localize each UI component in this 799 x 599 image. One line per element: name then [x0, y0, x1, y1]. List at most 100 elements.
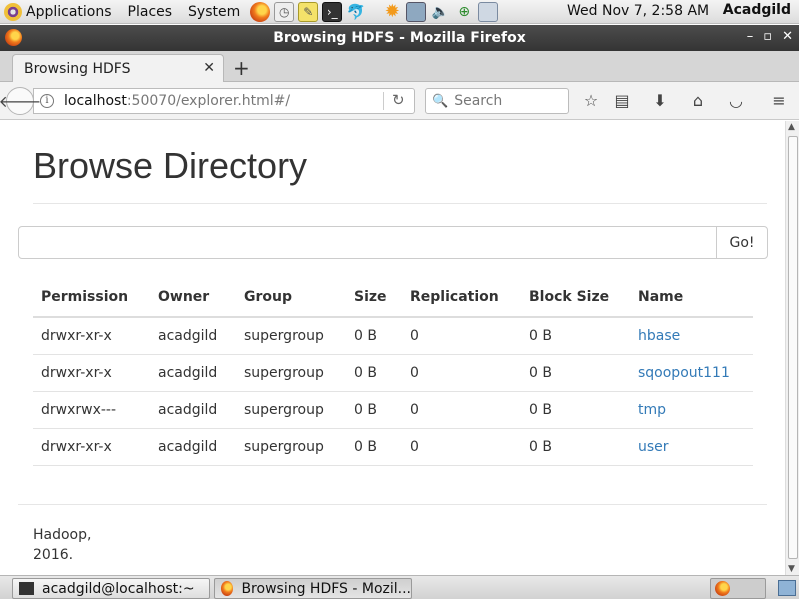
- table-row: drwxr-xr-x acadgild supergroup 0 B 0 0 B…: [33, 354, 753, 392]
- table-row: drwxr-xr-x acadgild supergroup 0 B 0 0 B…: [33, 428, 753, 466]
- taskbar-firefox-button[interactable]: Browsing HDFS - Mozil...: [214, 578, 412, 599]
- column-header[interactable]: Size: [346, 277, 402, 318]
- window-close-icon[interactable]: ✕: [782, 29, 793, 44]
- replication-cell: 0: [402, 428, 521, 466]
- scroll-down-icon[interactable]: ▼: [788, 564, 795, 574]
- group-cell: supergroup: [236, 391, 346, 429]
- owner-cell: acadgild: [150, 317, 236, 355]
- panel-user[interactable]: Acadgild: [723, 2, 791, 18]
- url-bar[interactable]: i localhost:50070/explorer.html#/ ↻: [33, 88, 415, 114]
- group-cell: supergroup: [236, 354, 346, 392]
- name-cell: hbase: [630, 317, 753, 355]
- group-cell: supergroup: [236, 428, 346, 466]
- table-row: drwxrwx--- acadgild supergroup 0 B 0 0 B…: [33, 391, 753, 429]
- tab-label: Browsing HDFS: [24, 61, 131, 77]
- column-header[interactable]: Block Size: [521, 277, 630, 318]
- url-divider: [383, 92, 384, 110]
- directory-path-input[interactable]: [18, 226, 718, 259]
- taskbar-firefox-label: Browsing HDFS - Mozil...: [241, 580, 411, 597]
- permission-cell: drwxr-xr-x: [33, 354, 150, 392]
- system-menu[interactable]: System: [184, 4, 248, 20]
- owner-cell: acadgild: [150, 428, 236, 466]
- vertical-scrollbar[interactable]: ▲ ▼: [785, 121, 799, 575]
- terminal-launcher-icon[interactable]: ›_: [322, 1, 343, 22]
- firefox-icon: [221, 581, 234, 596]
- network-icon[interactable]: ⊕: [454, 2, 474, 22]
- dolphin-launcher-icon[interactable]: 🐬: [346, 2, 366, 22]
- hamburger-menu-icon[interactable]: ≡: [769, 91, 789, 111]
- new-tab-icon[interactable]: +: [233, 56, 250, 80]
- footer-line: Hadoop,: [33, 527, 92, 543]
- panel-clock[interactable]: Wed Nov 7, 2:58 AM: [567, 3, 709, 19]
- directory-link[interactable]: sqoopout111: [638, 365, 730, 381]
- page-title: Browse Directory: [33, 145, 308, 186]
- home-icon[interactable]: ⌂: [688, 91, 708, 111]
- firefox-launcher-icon[interactable]: [250, 1, 271, 22]
- reload-icon[interactable]: ↻: [392, 91, 405, 109]
- clock-app-launcher-icon[interactable]: ◷: [274, 1, 295, 22]
- column-header[interactable]: Name: [630, 277, 753, 318]
- name-cell: sqoopout111: [630, 354, 753, 392]
- tab-close-icon[interactable]: ✕: [203, 60, 215, 76]
- clipboard-icon[interactable]: [478, 1, 499, 22]
- size-cell: 0 B: [346, 391, 402, 429]
- top-panel: Applications Places System ◷ ✎ ›_ 🐬 ✹ 🔈 …: [0, 0, 799, 24]
- column-header[interactable]: Group: [236, 277, 346, 318]
- owner-cell: acadgild: [150, 391, 236, 429]
- workspace-firefox-icon: [715, 581, 730, 596]
- volume-icon[interactable]: 🔈: [430, 2, 450, 22]
- size-cell: 0 B: [346, 428, 402, 466]
- permission-cell: drwxr-xr-x: [33, 428, 150, 466]
- permission-cell: drwxr-xr-x: [33, 317, 150, 355]
- replication-cell: 0: [402, 317, 521, 355]
- go-button[interactable]: Go!: [716, 226, 768, 259]
- replication-cell: 0: [402, 354, 521, 392]
- places-menu[interactable]: Places: [124, 4, 181, 20]
- window-titlebar[interactable]: Browsing HDFS - Mozilla Firefox – ▫ ✕: [0, 25, 799, 51]
- scroll-up-icon[interactable]: ▲: [788, 122, 795, 132]
- column-header[interactable]: Replication: [402, 277, 521, 318]
- minimize-icon[interactable]: –: [747, 29, 754, 44]
- text-editor-launcher-icon[interactable]: ✎: [298, 1, 319, 22]
- navigation-bar: i localhost:50070/explorer.html#/ ↻ 🡐 🔍 …: [0, 82, 799, 120]
- directory-link[interactable]: hbase: [638, 328, 680, 344]
- directory-link[interactable]: user: [638, 439, 669, 455]
- page-footer: Hadoop, 2016.: [33, 525, 91, 565]
- firefox-logo-icon: [5, 29, 22, 46]
- block-size-cell: 0 B: [521, 428, 630, 466]
- footer-line: 2016.: [33, 547, 74, 563]
- applications-label: Applications: [26, 3, 112, 20]
- taskbar-terminal-button[interactable]: acadgild@localhost:~: [12, 578, 210, 599]
- directory-link[interactable]: tmp: [638, 402, 666, 418]
- scrollbar-thumb[interactable]: [788, 136, 798, 559]
- applications-menu[interactable]: Applications: [4, 2, 120, 21]
- updates-icon[interactable]: ✹: [382, 1, 402, 22]
- gnome-foot-icon: [4, 2, 22, 21]
- title-divider: [33, 203, 767, 204]
- column-header[interactable]: Permission: [33, 277, 150, 318]
- size-cell: 0 B: [346, 317, 402, 355]
- search-input[interactable]: 🔍 Search: [425, 88, 569, 114]
- trash-icon[interactable]: [778, 580, 796, 596]
- display-icon[interactable]: [406, 1, 427, 22]
- tab-strip: Browsing HDFS ✕ +: [0, 51, 799, 83]
- workspace-switcher[interactable]: [710, 578, 766, 599]
- tab-browsing-hdfs[interactable]: Browsing HDFS ✕: [12, 54, 224, 83]
- table-row: drwxr-xr-x acadgild supergroup 0 B 0 0 B…: [33, 317, 753, 355]
- column-header[interactable]: Owner: [150, 277, 236, 318]
- window-title: Browsing HDFS - Mozilla Firefox: [273, 30, 526, 46]
- directory-table: Permission Owner Group Size Replication …: [33, 277, 753, 466]
- maximize-icon[interactable]: ▫: [763, 29, 772, 44]
- block-size-cell: 0 B: [521, 354, 630, 392]
- downloads-icon[interactable]: ⬇: [650, 91, 670, 111]
- group-cell: supergroup: [236, 317, 346, 355]
- reading-list-icon[interactable]: ▤: [612, 91, 632, 111]
- bookmark-star-icon[interactable]: ☆: [581, 91, 601, 111]
- pocket-icon[interactable]: ◡: [726, 91, 746, 111]
- block-size-cell: 0 B: [521, 391, 630, 429]
- name-cell: user: [630, 428, 753, 466]
- back-arrow-icon: 🡐: [0, 92, 42, 111]
- back-button[interactable]: 🡐: [0, 87, 41, 115]
- name-cell: tmp: [630, 391, 753, 429]
- site-info-icon[interactable]: i: [40, 94, 54, 108]
